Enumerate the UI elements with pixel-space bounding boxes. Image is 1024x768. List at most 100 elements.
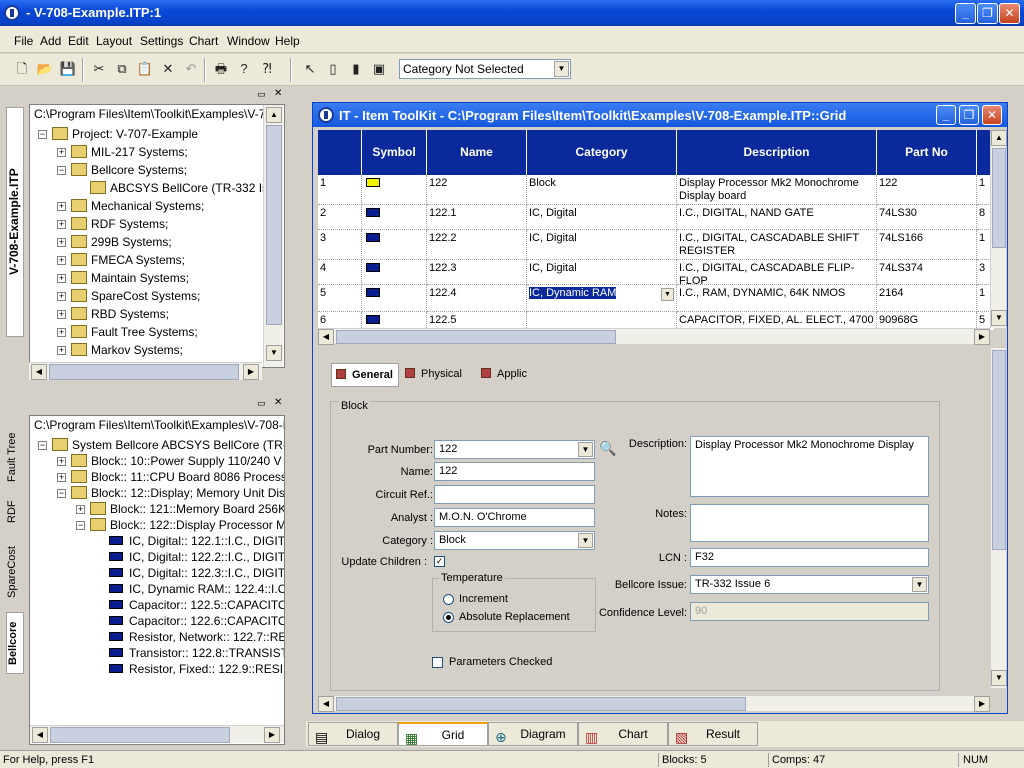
chevron-down-icon[interactable]: ▼ [578,442,593,457]
update-children-checkbox[interactable]: ✓ [434,556,445,567]
expand-icon[interactable]: + [76,505,85,514]
side-tab-bellcore[interactable]: Bellcore [6,612,24,674]
analyst-input[interactable]: M.O.N. O'Chrome [434,508,595,527]
expand-icon[interactable]: + [57,473,66,482]
circuit-ref-input[interactable] [434,485,595,504]
vertical-scrollbar[interactable]: ▲ ▼ [263,105,283,367]
horizontal-scrollbar[interactable]: ◀ ▶ [29,362,262,380]
collapse-icon[interactable]: − [76,521,85,530]
menu-edit[interactable]: Edit [68,34,89,48]
expand-icon[interactable]: + [57,274,66,283]
chevron-down-icon[interactable]: ▼ [912,577,927,592]
grid-cell[interactable]: Display Processor Mk2 Monochrome Display… [677,175,877,205]
scroll-thumb[interactable] [992,350,1006,550]
expand-icon[interactable]: + [57,310,66,319]
panel-close-icon[interactable]: ✕ [274,88,282,99]
add-block-icon[interactable]: ▯ [323,59,343,79]
menu-window[interactable]: Window [227,34,270,48]
scroll-left-button[interactable]: ◀ [318,329,334,345]
grid-cell[interactable]: 122 [427,175,527,205]
scroll-up-button[interactable]: ▲ [991,130,1007,146]
grid-horizontal-scrollbar[interactable]: ◀ ▶ [318,328,990,345]
project-tree[interactable]: C:\Program Files\Item\Toolkit\Examples\V… [29,104,285,368]
scroll-left-button[interactable]: ◀ [318,696,334,712]
float-icon[interactable]: ▭ [257,89,266,100]
save-icon[interactable]: 💾 [58,59,78,79]
scroll-right-button[interactable]: ▶ [974,329,990,345]
tree-item[interactable]: + Maintain Systems; [30,269,260,287]
grid-cell[interactable]: IC, Digital [527,205,677,230]
expand-icon[interactable]: + [57,220,66,229]
grid-cell[interactable]: I.C., DIGITAL, NAND GATE [677,205,877,230]
notes-textarea[interactable] [690,504,929,542]
tree-item[interactable]: + SpareCost Systems; [30,287,260,305]
lcn-input[interactable]: F32 [690,548,929,567]
minimize-button[interactable]: _ [936,105,956,125]
name-input[interactable]: 122 [434,462,595,481]
grid-cell[interactable] [362,285,427,312]
expand-icon[interactable]: + [57,328,66,337]
paste-icon[interactable]: 📋 [135,59,155,79]
grid-cell[interactable]: Block [527,175,677,205]
scroll-right-button[interactable]: ▶ [264,727,280,743]
scroll-down-button[interactable]: ▼ [991,670,1007,686]
scroll-right-button[interactable]: ▶ [974,696,990,712]
expand-icon[interactable]: + [57,202,66,211]
scroll-down-button[interactable]: ▼ [991,310,1007,326]
add-item-icon[interactable]: ▣ [369,59,389,79]
grid-cell[interactable]: 122.4 [427,285,527,312]
scroll-thumb[interactable] [336,330,616,344]
scroll-right-button[interactable]: ▶ [243,364,259,380]
float-icon[interactable]: ▭ [257,398,266,409]
tree-item[interactable]: + FMECA Systems; [30,251,260,269]
panel-close-icon[interactable]: ✕ [274,397,282,408]
print-icon[interactable]: 🖶 [211,59,231,79]
expand-icon[interactable]: + [57,457,66,466]
new-icon[interactable]: 🗋 [12,59,32,79]
grid-cell[interactable]: IC, Digital [527,260,677,285]
menu-settings[interactable]: Settings [140,34,183,48]
tree-item[interactable]: − Project: V-707-Example [30,125,260,143]
column-category[interactable]: Category [527,130,677,175]
side-tab-fault-tree[interactable]: Fault Tree [6,426,24,488]
grid-cell[interactable]: 4 [318,260,362,285]
expand-icon[interactable]: + [57,256,66,265]
side-tab-project[interactable]: V-708-Example.ITP [6,107,24,337]
category-select[interactable]: Block ▼ [434,531,595,550]
tree-item[interactable]: + RDF Systems; [30,215,260,233]
grid-cell[interactable]: 5 [318,285,362,312]
add-component-icon[interactable]: ▮ [346,59,366,79]
expand-icon[interactable]: + [57,346,66,355]
expand-icon[interactable]: + [57,238,66,247]
part-number-input[interactable]: 122 ▼ [434,440,595,459]
context-help-icon[interactable]: ⁈ [257,59,277,79]
grid-cell[interactable]: 74LS30 [877,205,977,230]
tab-application[interactable]: Applica [477,363,527,387]
increment-radio[interactable] [443,594,454,605]
tab-result[interactable]: ▧ Result [668,722,758,746]
tree-item[interactable]: + Fault Tree Systems; [30,323,260,341]
grid-cell[interactable]: 1 [318,175,362,205]
category-combo[interactable]: Category Not Selected ▼ [399,59,571,79]
tab-grid[interactable]: ▦ Grid [398,722,488,746]
grid-cell[interactable]: 122.3 [427,260,527,285]
tab-physical[interactable]: Physical [401,363,469,387]
menu-add[interactable]: Add [40,34,61,48]
menu-layout[interactable]: Layout [96,34,132,48]
restore-button[interactable]: ❐ [977,3,998,24]
scroll-thumb[interactable] [49,364,239,380]
minimize-button[interactable]: _ [955,3,976,24]
bellcore-issue-select[interactable]: TR-332 Issue 6 ▼ [690,575,929,594]
grid-cell[interactable]: 122.2 [427,230,527,260]
chevron-down-icon[interactable]: ▼ [661,288,674,301]
grid-cell[interactable] [362,205,427,230]
expand-icon[interactable]: + [57,148,66,157]
copy-icon[interactable]: ⧉ [112,59,132,79]
dialog-horizontal-scrollbar[interactable]: ◀ ▶ [318,695,990,712]
data-grid[interactable]: Symbol Name Category Description Part No… [318,130,994,330]
undo-icon[interactable]: ↶ [181,59,201,79]
menu-chart[interactable]: Chart [189,34,218,48]
tab-diagram[interactable]: ⊕ Diagram [488,722,578,746]
grid-cell[interactable]: 122.1 [427,205,527,230]
system-tree[interactable]: C:\Program Files\Item\Toolkit\Examples\V… [29,415,285,745]
